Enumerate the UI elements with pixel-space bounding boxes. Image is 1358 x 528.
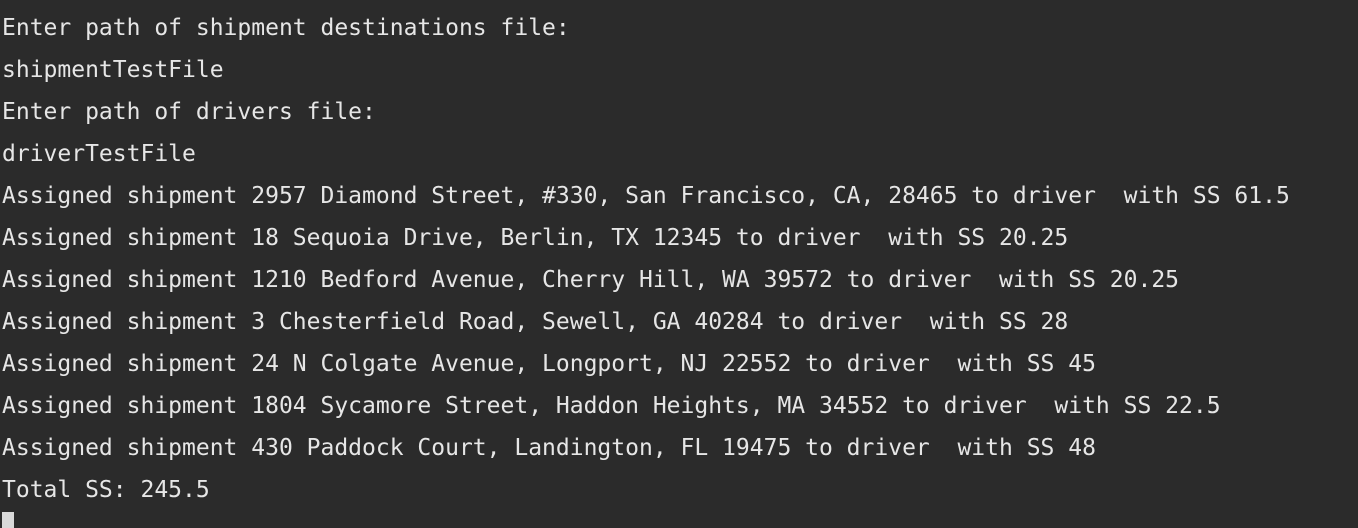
assignment-line: Assigned shipment 1804 Sycamore Street, … [2,393,1221,419]
text-cursor [2,512,14,528]
assignment-line: Assigned shipment 1210 Bedford Avenue, C… [2,267,1180,293]
total-ss-line: Total SS: 245.5 [2,477,210,503]
assignment-line: Assigned shipment 3 Chesterfield Road, S… [2,309,1069,335]
input-drivers-file: driverTestFile [2,141,196,167]
prompt-shipment-file: Enter path of shipment destinations file… [2,15,570,41]
console-output[interactable]: Enter path of shipment destinations file… [0,0,1358,528]
prompt-drivers-file: Enter path of drivers file: [2,99,376,125]
assignment-line: Assigned shipment 24 N Colgate Avenue, L… [2,351,1096,377]
input-shipment-file: shipmentTestFile [2,57,224,83]
assignment-line: Assigned shipment 2957 Diamond Street, #… [2,183,1290,209]
assignment-line: Assigned shipment 18 Sequoia Drive, Berl… [2,225,1069,251]
assignment-line: Assigned shipment 430 Paddock Court, Lan… [2,435,1096,461]
